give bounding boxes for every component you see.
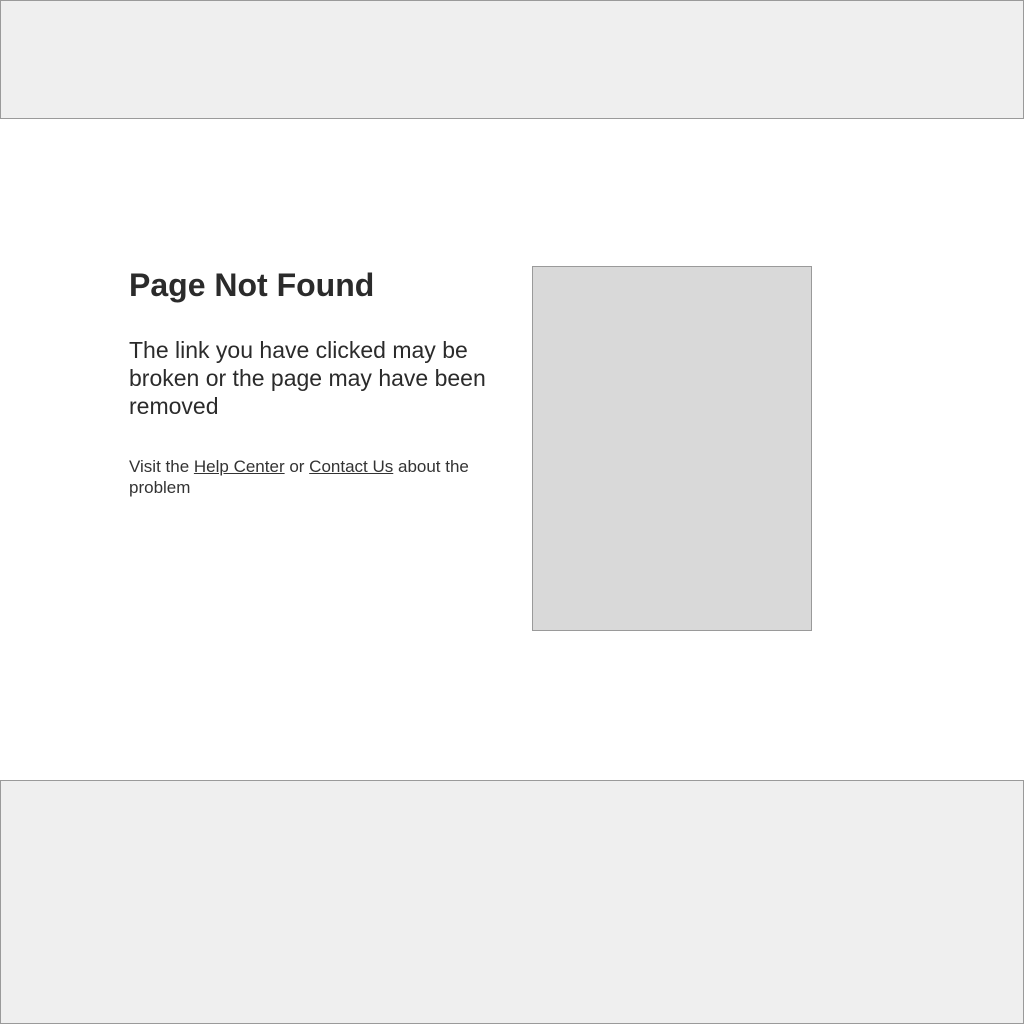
image-placeholder bbox=[532, 266, 812, 631]
help-text: Visit the Help Center or Contact Us abou… bbox=[129, 456, 489, 498]
error-content: Page Not Found The link you have clicked… bbox=[129, 266, 494, 498]
footer-placeholder bbox=[0, 780, 1024, 1024]
help-middle-text: or bbox=[284, 457, 310, 476]
header-placeholder bbox=[0, 0, 1024, 119]
contact-us-link[interactable]: Contact Us bbox=[309, 457, 393, 476]
error-message: The link you have clicked may be broken … bbox=[129, 337, 486, 419]
error-page: Page Not Found The link you have clicked… bbox=[0, 0, 1024, 1024]
help-center-link[interactable]: Help Center bbox=[194, 457, 285, 476]
page-title: Page Not Found bbox=[129, 267, 375, 303]
help-prefix-text: Visit the bbox=[129, 457, 194, 476]
